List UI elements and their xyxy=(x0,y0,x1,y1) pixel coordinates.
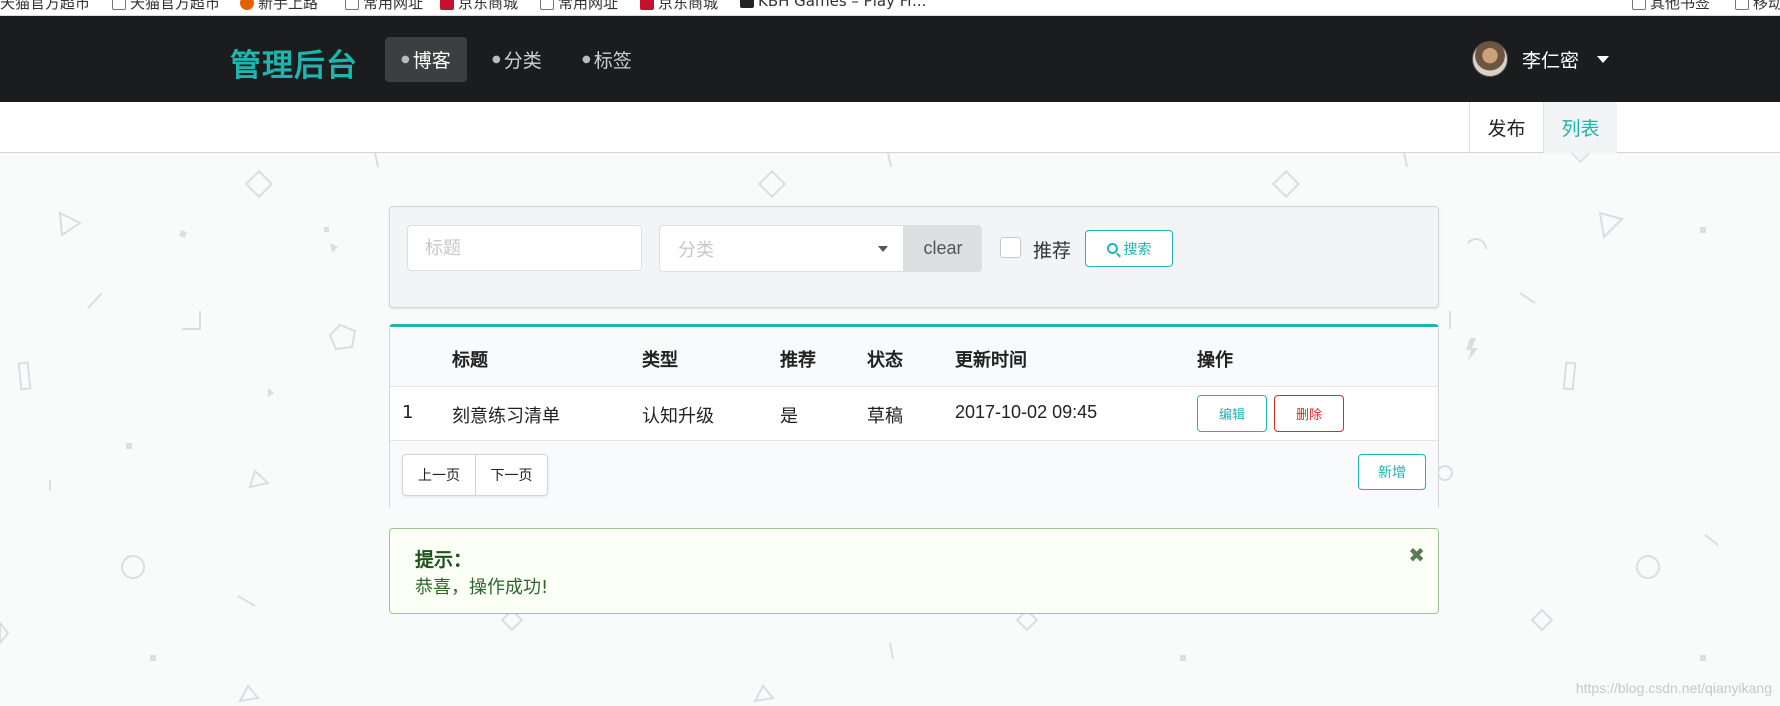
nav-item-label: 分类 xyxy=(503,50,542,72)
bookmark-label: 其他书签 xyxy=(1650,0,1711,12)
header-actions: 操作 xyxy=(1197,350,1233,371)
dot-icon: ● xyxy=(582,54,591,65)
watermark: https://blog.csdn.net/qianyikang xyxy=(1575,680,1772,696)
nav-item-blog[interactable]: ● 博客 xyxy=(385,37,467,82)
cell-title: 刻意练习清单 xyxy=(452,406,560,427)
cell-status: 草稿 xyxy=(867,406,903,427)
submenu-item-publish[interactable]: 发布 xyxy=(1469,102,1543,153)
blog-table: 标题 类型 推荐 状态 更新时间 操作 1 刻意练习清单 认知升级 是 草稿 2… xyxy=(389,324,1439,510)
category-select[interactable]: 分类 xyxy=(659,225,904,272)
brand-title[interactable]: 管理后台 xyxy=(230,40,358,85)
bookmark-label: 天猫官方超市 xyxy=(0,0,91,12)
cell-updated: 2017-10-02 09:45 xyxy=(955,402,1098,422)
sub-menu: 发布 列表 xyxy=(0,102,1780,153)
header-status: 状态 xyxy=(867,350,903,371)
search-form: 分类 clear 推荐 搜索 xyxy=(389,206,1439,308)
add-button[interactable]: 新增 xyxy=(1358,454,1426,490)
next-page-button[interactable]: 下一页 xyxy=(475,455,547,495)
bookmark-item[interactable]: 常用网址 xyxy=(345,0,423,13)
message-body: 恭喜，操作成功! xyxy=(415,577,549,598)
chevron-down-icon xyxy=(1597,55,1610,63)
table-header: 标题 类型 推荐 状态 更新时间 操作 xyxy=(390,327,1438,387)
user-menu[interactable]: 李仁密 xyxy=(1472,41,1610,77)
nav-item-label: 博客 xyxy=(412,50,451,72)
recommend-label: 推荐 xyxy=(1033,240,1072,262)
table-row: 1 刻意练习清单 认知升级 是 草稿 2017-10-02 09:45 编辑 删… xyxy=(390,387,1438,441)
bookmark-item[interactable]: 常用网址 xyxy=(540,0,618,13)
bookmark-item[interactable]: 天猫官方超市 xyxy=(0,0,90,13)
bookmarks-bar: 天猫官方超市 天猫官方超市 新手上路 常用网址 京东商城 常用网址 京东商城 K… xyxy=(0,0,1780,16)
clear-button[interactable]: clear xyxy=(904,225,982,272)
pagination: 上一页 下一页 xyxy=(402,454,548,496)
category-placeholder: 分类 xyxy=(678,239,714,261)
folder-icon xyxy=(540,0,554,10)
bookmark-label: KBH Games – Play Fr... xyxy=(758,0,927,10)
bookmark-label: 京东商城 xyxy=(658,0,719,12)
nav-item-label: 标签 xyxy=(593,50,632,72)
header-recommend: 推荐 xyxy=(780,350,816,371)
nav-item-tag[interactable]: ● 标签 xyxy=(566,37,648,82)
bookmark-label: 京东商城 xyxy=(458,0,519,12)
header-updated: 更新时间 xyxy=(955,350,1027,371)
bookmark-label: 常用网址 xyxy=(363,0,424,12)
table-footer: 上一页 下一页 新增 xyxy=(390,441,1438,510)
header-title: 标题 xyxy=(452,350,488,371)
bookmark-item[interactable]: 天猫官方超市 xyxy=(112,0,220,13)
delete-button[interactable]: 删除 xyxy=(1274,395,1344,432)
success-message: 提示： 恭喜，操作成功! ✖ xyxy=(389,528,1439,614)
nav-item-category[interactable]: ● 分类 xyxy=(476,37,558,82)
submenu-item-list[interactable]: 列表 xyxy=(1543,102,1617,153)
message-header: 提示： xyxy=(415,549,473,571)
bookmark-item[interactable]: 移动 xyxy=(1735,0,1780,13)
bookmark-item[interactable]: 新手上路 xyxy=(240,0,318,13)
top-nav: 管理后台 ● 博客 ● 分类 ● 标签 李仁密 xyxy=(0,16,1780,102)
search-icon xyxy=(1106,243,1118,254)
folder-icon xyxy=(112,0,126,10)
bookmark-item[interactable]: 京东商城 xyxy=(440,0,518,13)
dot-icon: ● xyxy=(492,54,501,65)
folder-icon xyxy=(345,0,359,10)
bookmark-label: 新手上路 xyxy=(258,0,319,12)
recommend-checkbox[interactable] xyxy=(1000,237,1021,258)
user-name: 李仁密 xyxy=(1522,49,1580,72)
dot-icon: ● xyxy=(401,54,410,65)
dropdown-arrow-icon xyxy=(878,246,888,252)
kbh-games-icon xyxy=(740,0,754,8)
jd-icon xyxy=(440,0,454,10)
bookmark-label: 移动 xyxy=(1753,0,1780,12)
prev-page-button[interactable]: 上一页 xyxy=(403,455,475,495)
cell-type: 认知升级 xyxy=(642,406,714,427)
bookmark-item[interactable]: 其他书签 xyxy=(1632,0,1710,13)
jd-icon xyxy=(640,0,654,10)
search-button-label: 搜索 xyxy=(1123,241,1152,258)
close-icon[interactable]: ✖ xyxy=(1408,543,1425,567)
bookmark-item[interactable]: 京东商城 xyxy=(640,0,718,13)
cell-recommend: 是 xyxy=(780,406,798,427)
mobile-icon xyxy=(1735,0,1749,10)
title-input[interactable] xyxy=(407,225,642,271)
search-button[interactable]: 搜索 xyxy=(1085,230,1173,267)
bookmark-label: 天猫官方超市 xyxy=(130,0,221,12)
avatar xyxy=(1472,41,1508,77)
firefox-icon xyxy=(240,0,254,10)
header-type: 类型 xyxy=(642,350,678,371)
folder-icon xyxy=(1632,0,1646,10)
cell-index: 1 xyxy=(402,402,414,423)
bookmark-label: 常用网址 xyxy=(558,0,619,12)
edit-button[interactable]: 编辑 xyxy=(1197,395,1267,432)
bookmark-item[interactable]: KBH Games – Play Fr... xyxy=(740,0,926,10)
